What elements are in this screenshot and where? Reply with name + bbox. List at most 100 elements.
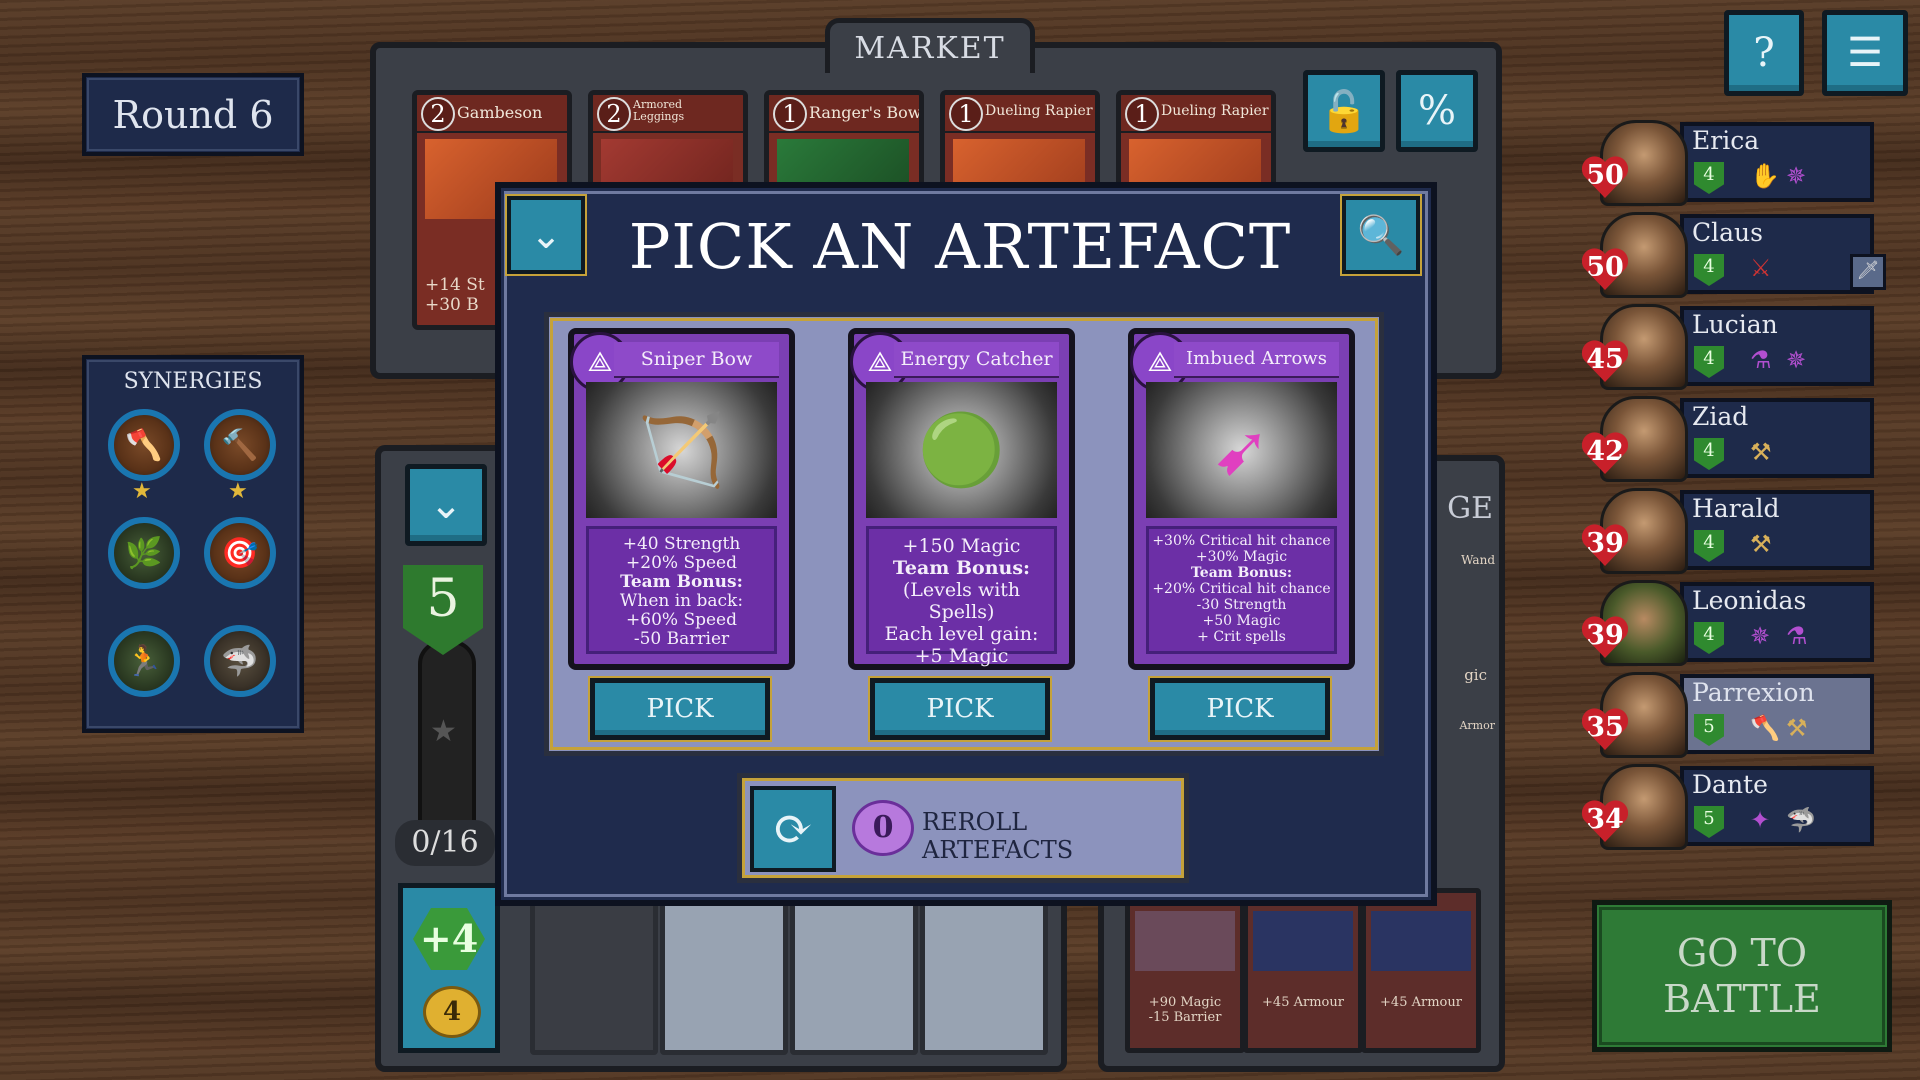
list-icon: ☰ — [1847, 30, 1883, 76]
bench-slot[interactable] — [660, 895, 788, 1055]
player-entry[interactable]: 45 Lucian 4 ⚗ ✵ — [1582, 304, 1874, 390]
owned-item-card[interactable]: +45 Armour — [1243, 888, 1363, 1053]
xp-counter: 0/16 — [395, 820, 495, 866]
card-name: Ranger's Bow — [809, 103, 922, 122]
team-bonus: When in back: +60% Speed -50 Barrier — [619, 591, 744, 649]
artefact-description: +150 Magic Team Bonus: (Levels with Spel… — [866, 526, 1057, 667]
pick-button[interactable]: PICK — [1148, 676, 1332, 742]
card-cost: 1 — [949, 97, 983, 131]
star-icon: ★ — [132, 479, 152, 504]
artefact-name: Energy Catcher — [894, 342, 1059, 378]
artefact-card[interactable]: ⟁ Imbued Arrows ➹ +30% Critical hit chan… — [1128, 328, 1355, 670]
target-synergy-icon[interactable]: 🎯 — [204, 517, 276, 589]
card-cost: 2 — [421, 97, 455, 131]
odds-button[interactable]: % — [1396, 70, 1478, 152]
card-name: Dueling Rapier — [985, 103, 1093, 119]
modal-title: PICK AN ARTEFACT — [628, 210, 1292, 283]
mace-icon: ⚒ — [1786, 714, 1808, 742]
reroll-panel: ⟳ 0 REROLL ARTEFACTS — [737, 773, 1189, 883]
potion-icon: ⚗ — [1750, 346, 1772, 374]
player-name: Erica — [1692, 126, 1760, 155]
bench-slot[interactable] — [920, 895, 1048, 1055]
star-icon: ★ — [228, 479, 248, 504]
player-entry[interactable]: 42 Ziad 4 ⚒ — [1582, 396, 1874, 482]
claw-icon: ✋ — [1750, 162, 1780, 190]
lock-icon: 🔓 — [1319, 88, 1369, 135]
player-entry[interactable]: 39 Leonidas 4 ✵ ⚗ — [1582, 580, 1874, 666]
magic-icon: ✵ — [1786, 162, 1807, 190]
artefact-description: +40 Strength +20% Speed Team Bonus: When… — [586, 526, 777, 654]
pick-button[interactable]: PICK — [588, 676, 772, 742]
beast-icon: 🦈 — [1786, 806, 1816, 834]
reroll-label: REROLL ARTEFACTS — [922, 808, 1074, 864]
collection-title-fragment: GE — [1447, 491, 1493, 526]
sword-icon[interactable]: 🗡 — [1850, 254, 1886, 290]
mace-synergy-icon[interactable]: 🔨 — [204, 409, 276, 481]
arrow-icon: ➹ — [1146, 382, 1337, 518]
card-stats: +45 Armour — [1380, 995, 1462, 1010]
player-name: Lucian — [1692, 310, 1778, 339]
collection-fragment: Armor — [1459, 719, 1495, 732]
lock-market-button[interactable]: 🔓 — [1303, 70, 1385, 152]
wand-icon: ✦ — [1750, 806, 1771, 834]
synergies-panel: SYNERGIES 🪓 ★ 🔨 ★ 🌿 🎯 🏃 🦈 — [82, 355, 304, 733]
market-title: MARKET — [825, 18, 1035, 73]
player-entry[interactable]: 34 Dante 5 ✦ 🦈 — [1582, 764, 1874, 850]
player-entry[interactable]: 50 Erica 4 ✋ ✵ — [1582, 120, 1874, 206]
beast-synergy-icon[interactable]: 🦈 — [204, 625, 276, 697]
question-icon: ? — [1753, 30, 1775, 76]
axe-synergy-icon[interactable]: 🪓 — [108, 409, 180, 481]
artefact-name: Imbued Arrows — [1174, 342, 1339, 378]
card-stats: +90 Magic -15 Barrier — [1148, 995, 1222, 1025]
menu-button[interactable]: ☰ — [1822, 10, 1908, 96]
magic-icon: ✵ — [1750, 622, 1771, 650]
player-entry[interactable]: 35 Parrexion 5 🪓 ⚒ — [1582, 672, 1874, 758]
mace-icon: ⚒ — [1750, 530, 1772, 558]
xp-bar: ★ — [418, 640, 476, 848]
player-entry[interactable]: 39 Harald 4 ⚒ — [1582, 488, 1874, 574]
player-entry[interactable]: 50 Claus 4 ⚔ 🗡 — [1582, 212, 1886, 298]
team-bonus: (Levels with Spells) Each level gain: +5… — [884, 579, 1039, 667]
player-name: Leonidas — [1692, 586, 1807, 615]
crossbow-icon: 🏹 — [586, 382, 777, 518]
artefact-name: Sniper Bow — [614, 342, 779, 378]
star-icon: ★ — [430, 714, 457, 749]
axe-icon: 🪓 — [1750, 714, 1780, 742]
percent-icon: % — [1417, 88, 1456, 134]
go-to-battle-button[interactable]: GO TO BATTLE — [1592, 900, 1892, 1052]
bench-slot[interactable] — [790, 895, 918, 1055]
card-cost: 1 — [773, 97, 807, 131]
bench-slot[interactable] — [530, 895, 658, 1055]
artefact-card[interactable]: ⟁ Sniper Bow 🏹 +40 Strength +20% Speed T… — [568, 328, 795, 670]
team-bonus-label: Team Bonus: — [620, 572, 743, 592]
player-name: Parrexion — [1692, 678, 1815, 707]
team-bonus-label: Team Bonus: — [1190, 565, 1293, 581]
refresh-icon: ⟳ — [772, 801, 814, 857]
artefact-stats: +40 Strength +20% Speed — [622, 534, 741, 573]
card-name: Dueling Rapier — [1161, 103, 1269, 119]
card-name: Armored Leggings — [633, 98, 685, 123]
artefact-card[interactable]: ⟁ Energy Catcher 🟢 +150 Magic Team Bonus… — [848, 328, 1075, 670]
nature-synergy-icon[interactable]: 🌿 — [108, 517, 180, 589]
team-bonus-label: Team Bonus: — [892, 557, 1031, 579]
help-button[interactable]: ? — [1724, 10, 1804, 96]
xp-gain-label: +4 — [413, 908, 485, 970]
artefact-description: +30% Critical hit chance +30% Magic Team… — [1146, 526, 1337, 654]
artefact-stats: +30% Critical hit chance +30% Magic — [1152, 533, 1331, 565]
potion-icon: ⚗ — [1786, 622, 1808, 650]
reroll-cost: 0 — [852, 800, 914, 856]
gold-coin-icon: 4 — [423, 986, 481, 1038]
card-cost: 2 — [597, 97, 631, 131]
pick-button[interactable]: PICK — [868, 676, 1052, 742]
collapse-button[interactable]: ⌄ — [405, 464, 487, 546]
reroll-button[interactable]: ⟳ — [750, 786, 836, 872]
warrior-synergy-icon[interactable]: 🏃 — [108, 625, 180, 697]
card-name: Gambeson — [457, 103, 543, 122]
owned-item-card[interactable]: +45 Armour — [1361, 888, 1481, 1053]
buy-xp-button[interactable]: +4 4 — [398, 883, 500, 1053]
owned-item-card[interactable]: +90 Magic -15 Barrier — [1125, 888, 1245, 1053]
card-cost: 1 — [1125, 97, 1159, 131]
amulet-icon: 🟢 — [866, 382, 1057, 518]
synergies-title: SYNERGIES — [123, 369, 263, 394]
round-indicator: Round 6 — [82, 73, 304, 156]
